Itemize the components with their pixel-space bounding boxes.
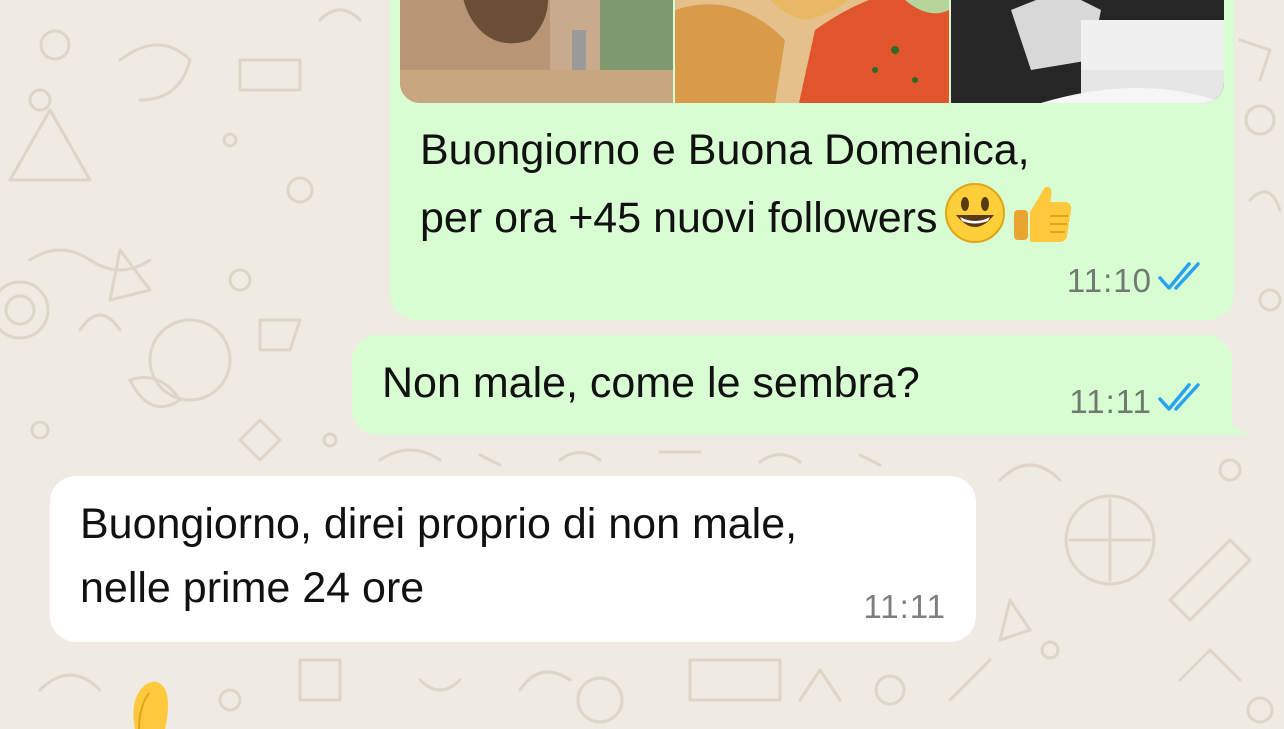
read-ticks-icon [1158,383,1206,421]
smiling-face-icon [944,182,1006,244]
thumbs-up-icon [1012,182,1074,244]
caption-line: per ora +45 nuovi followers [420,182,1074,250]
message-text: Buongiorno, direi proprio di non male, n… [80,492,797,620]
outgoing-text-message[interactable]: Non male, come le sembra? 11:11 [352,335,1232,435]
media-thumbnail[interactable] [950,0,1224,103]
incoming-text-message[interactable]: Buongiorno, direi proprio di non male, n… [50,476,976,642]
message-time: 11:11 [863,588,946,625]
caption-line-text: per ora +45 nuovi followers [420,194,938,242]
message-line: nelle prime 24 ore [80,564,425,612]
message-caption: Buongiorno e Buona Domenica, per ora +45… [420,118,1074,250]
media-thumbnail[interactable] [400,0,674,103]
media-album[interactable] [400,0,1224,103]
message-meta: 11:11 [863,588,946,626]
read-ticks-icon [1158,262,1206,300]
message-time: 11:11 [1069,383,1152,420]
caption-line: Buongiorno e Buona Domenica, [420,126,1030,174]
message-meta: 11:10 [1067,262,1206,300]
media-thumbnail[interactable] [675,0,949,103]
outgoing-media-message[interactable]: Buongiorno e Buona Domenica, per ora +45… [390,0,1234,320]
message-line: Buongiorno, direi proprio di non male, [80,500,798,548]
message-text: Non male, come le sembra? [382,359,920,407]
message-meta: 11:11 [1069,383,1206,421]
message-time: 11:10 [1066,262,1152,299]
bubble-tail [1222,405,1252,435]
thumbs-up-icon [133,681,168,729]
